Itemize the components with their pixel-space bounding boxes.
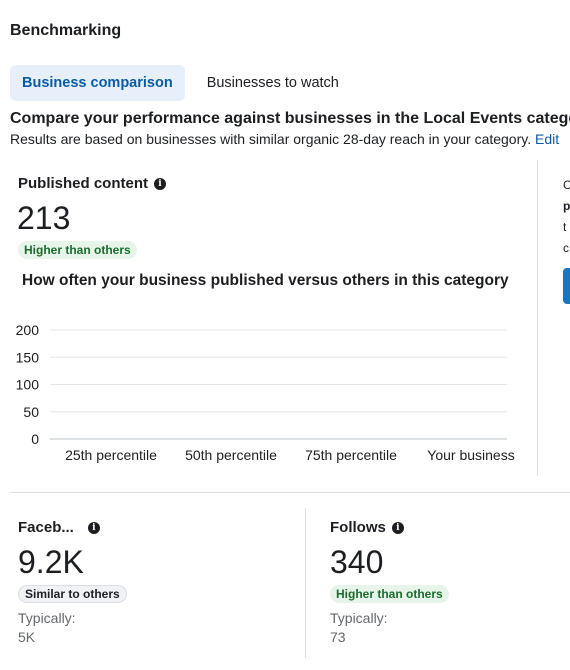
tab-businesses-to-watch[interactable]: Businesses to watch — [195, 65, 351, 101]
status-badge: Similar to others — [18, 585, 127, 603]
y-tick-label: 0 — [31, 431, 39, 447]
y-tick-label: 100 — [16, 377, 40, 393]
published-content-value: 213 — [17, 200, 71, 236]
y-tick-label: 200 — [16, 322, 40, 338]
y-tick-label: 150 — [16, 349, 40, 365]
info-icon[interactable]: i — [154, 177, 167, 190]
x-tick-label: 50th percentile — [185, 447, 277, 463]
edit-link[interactable]: Edit — [535, 131, 559, 147]
page-headline: Compare your performance against busines… — [10, 110, 570, 127]
info-icon[interactable]: i — [391, 521, 404, 534]
facebook-label: Faceb... i — [18, 519, 100, 536]
follows-label: Follows i — [330, 519, 404, 536]
side-panel-text-2: p — [563, 199, 570, 213]
x-tick-label: Your business — [427, 447, 514, 463]
published-content-label: Published content i — [18, 175, 167, 192]
side-panel-button[interactable] — [563, 268, 570, 304]
facebook-card: Faceb... i 9.2K Similar to others Typica… — [18, 508, 303, 658]
y-tick-label: 50 — [23, 404, 39, 420]
x-tick-label: 25th percentile — [65, 447, 157, 463]
follows-value: 340 — [330, 544, 384, 580]
tab-business-comparison[interactable]: Business comparison — [10, 65, 185, 101]
benchmark-tabs: Business comparison Businesses to watch — [10, 65, 351, 101]
published-content-card: Published content i 213 Higher than othe… — [10, 160, 538, 476]
side-panel-peek: C p t c — [553, 160, 570, 340]
status-badge: Higher than others — [330, 585, 449, 603]
info-icon[interactable]: i — [87, 521, 100, 534]
results-description: Results are based on businesses with sim… — [10, 131, 559, 147]
x-tick-label: 75th percentile — [305, 447, 397, 463]
facebook-value: 9.2K — [18, 544, 84, 580]
side-panel-text-1: C — [563, 178, 570, 192]
published-content-chart: 200 150 100 50 0 25th percentile 50th percenti… — [10, 315, 538, 470]
follows-card: Follows i 340 Higher than others Typical… — [305, 508, 570, 658]
typically-label: Typically: — [18, 610, 76, 626]
follows-label-text: Follows — [330, 519, 386, 536]
section-divider — [10, 492, 570, 493]
chart-svg: 200 150 100 50 0 25th percentile 50th percenti… — [16, 322, 515, 463]
typically-value: 5K — [18, 629, 36, 645]
side-panel-text-3: t — [563, 220, 567, 234]
section-title: Benchmarking — [10, 22, 122, 39]
side-panel-text-4: c — [563, 241, 569, 255]
results-description-text: Results are based on businesses with sim… — [10, 131, 532, 147]
typically-label: Typically: — [330, 610, 388, 626]
status-badge: Higher than others — [18, 241, 137, 259]
published-content-label-text: Published content — [18, 175, 149, 192]
facebook-label-text: Faceb... — [18, 519, 74, 536]
chart-title: How often your business published versus… — [22, 272, 509, 289]
typically-value: 73 — [330, 629, 346, 645]
